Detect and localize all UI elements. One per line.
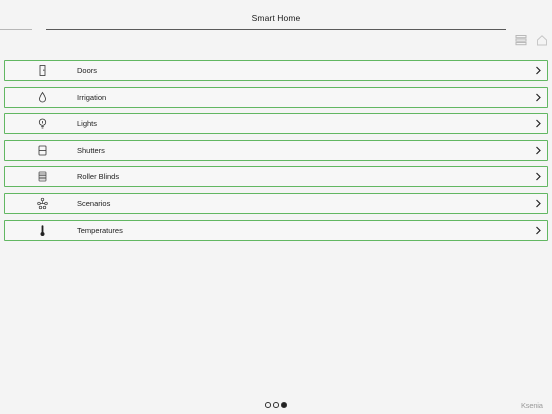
- menu-item-doors[interactable]: Doors: [4, 60, 548, 81]
- scenario-icon: [36, 197, 49, 210]
- header-bar: Smart Home: [0, 0, 552, 34]
- menu-item-label: Lights: [77, 119, 98, 129]
- page-indicator[interactable]: [265, 402, 289, 408]
- brand-logo-text: Ksenia: [521, 401, 543, 410]
- menu-item-roller-blinds[interactable]: Roller Blinds: [4, 166, 548, 188]
- chevron-right-icon: [534, 172, 542, 181]
- chevron-right-icon: [534, 226, 542, 235]
- menu-item-label: Shutters: [77, 145, 105, 155]
- roller-blind-icon: [36, 170, 49, 183]
- page-dot[interactable]: [273, 402, 279, 408]
- page-dot[interactable]: [265, 402, 271, 408]
- menu-item-irrigation[interactable]: Irrigation: [4, 86, 548, 108]
- page-title: Smart Home: [251, 13, 301, 23]
- menu-item-scenarios[interactable]: Scenarios: [4, 192, 548, 214]
- chevron-right-icon: [534, 66, 542, 75]
- menu-item-label: Roller Blinds: [77, 172, 120, 182]
- menu-item-label: Temperatures: [77, 225, 123, 235]
- menu-item-label: Irrigation: [77, 92, 107, 102]
- header-divider: [46, 28, 506, 30]
- menu-item-label: Scenarios: [77, 198, 111, 208]
- menu-item-label: Doors: [77, 66, 98, 75]
- page-dot-active[interactable]: [281, 402, 287, 408]
- brand-logo: Ksenia: [521, 401, 549, 411]
- menu-item-shutters[interactable]: Shutters: [4, 139, 548, 161]
- door-icon: [36, 64, 49, 77]
- chevron-right-icon: [534, 146, 542, 155]
- home-icon[interactable]: [536, 34, 548, 46]
- menu-item-lights[interactable]: Lights: [4, 113, 548, 135]
- header-divider-left: [0, 29, 32, 30]
- category-list: Doors Irrigation Lights Shutters Roller …: [4, 60, 548, 246]
- chevron-right-icon: [534, 199, 542, 208]
- light-bulb-icon: [36, 117, 49, 130]
- thermometer-icon: [36, 224, 49, 237]
- menu-item-temperatures[interactable]: Temperatures: [4, 219, 548, 241]
- shutter-icon: [36, 144, 49, 157]
- list-icon[interactable]: [515, 34, 527, 46]
- water-drop-icon: [36, 91, 49, 104]
- chevron-right-icon: [534, 93, 542, 102]
- chevron-right-icon: [534, 119, 542, 128]
